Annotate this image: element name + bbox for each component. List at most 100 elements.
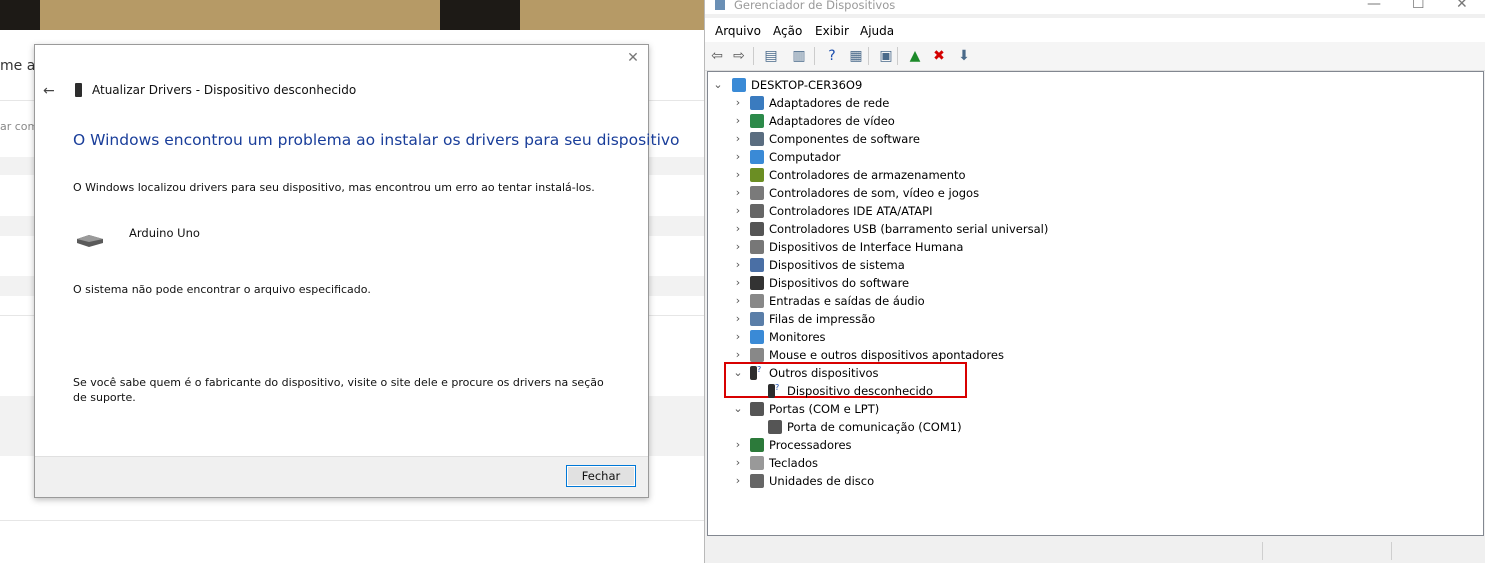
tree-category-5[interactable]: › Controladores de som, vídeo e jogos (708, 184, 1408, 202)
expand-chevron-icon[interactable]: › (732, 274, 744, 292)
tree-category-11[interactable]: › Entradas e saídas de áudio (708, 292, 1408, 310)
expand-chevron-icon[interactable]: › (732, 292, 744, 310)
tree-category-8[interactable]: › Dispositivos de Interface Humana (708, 238, 1408, 256)
usb-cable-icon (77, 235, 103, 247)
error-message: O sistema não pode encontrar o arquivo e… (73, 283, 371, 296)
tree-category-9[interactable]: › Dispositivos de sistema (708, 256, 1408, 274)
properties-icon[interactable]: ▥ (790, 47, 808, 65)
hid-icon (750, 240, 764, 254)
tree-category-10[interactable]: › Dispositivos do software (708, 274, 1408, 292)
menu-acao[interactable]: Ação (773, 24, 802, 38)
menu-arquivo[interactable]: Arquivo (715, 24, 761, 38)
tree-item-label: Controladores de som, vídeo e jogos (769, 186, 980, 200)
tree-category-18[interactable]: › Teclados (708, 454, 1408, 472)
tree-category-16[interactable]: ⌄ Portas (COM e LPT) (708, 400, 1408, 418)
close-button[interactable]: Fechar (566, 465, 636, 487)
tree-category-3[interactable]: › Computador (708, 148, 1408, 166)
dialog-close-icon[interactable]: ✕ (626, 51, 640, 65)
tree-category-12[interactable]: › Filas de impressão (708, 310, 1408, 328)
background-photo (0, 0, 705, 30)
tree-item-label: Adaptadores de vídeo (769, 114, 895, 128)
expand-chevron-icon[interactable]: › (732, 94, 744, 112)
expand-chevron-icon[interactable]: › (732, 130, 744, 148)
tree-item-label: DESKTOP-CER36O9 (751, 78, 863, 92)
port-icon (768, 420, 782, 434)
computer-icon (732, 78, 746, 92)
forward-icon[interactable]: ⇨ (730, 47, 748, 65)
background-link-fragment: ar com (0, 120, 39, 133)
tree-category-4[interactable]: › Controladores de armazenamento (708, 166, 1408, 184)
disk-icon (750, 474, 764, 488)
collapse-chevron-icon[interactable]: ⌄ (712, 76, 724, 94)
expand-chevron-icon[interactable]: › (732, 238, 744, 256)
uninstall-icon[interactable]: ✖ (930, 47, 948, 65)
show-hide-tree-icon[interactable]: ▤ (762, 47, 780, 65)
tree-item-label: Unidades de disco (769, 474, 875, 488)
dialog-message: O Windows localizou drivers para seu dis… (73, 181, 595, 194)
status-bar (705, 540, 1485, 563)
tree-root-computer[interactable]: ⌄ DESKTOP-CER36O9 (708, 76, 1408, 94)
tree-category-15[interactable]: ⌄? Outros dispositivos (708, 364, 1408, 382)
keyboard-icon (750, 456, 764, 470)
tree-category-7[interactable]: › Controladores USB (barramento serial un… (708, 220, 1408, 238)
audio-io-icon (750, 294, 764, 308)
port-icon (750, 402, 764, 416)
menu-exibir[interactable]: Exibir (815, 24, 849, 38)
menu-ajuda[interactable]: Ajuda (860, 24, 894, 38)
collapse-chevron-icon[interactable]: ⌄ (732, 400, 744, 418)
back-arrow-icon[interactable]: ← (43, 83, 55, 99)
expand-chevron-icon[interactable]: › (732, 346, 744, 364)
device-tree: ⌄ DESKTOP-CER36O9 › Adaptadores de rede › Ada… (707, 71, 1484, 536)
minimize-icon[interactable]: — (1367, 0, 1381, 12)
download-icon[interactable]: ⬇ (955, 47, 973, 65)
tree-item-label: Processadores (769, 438, 852, 452)
expand-chevron-icon[interactable]: › (732, 454, 744, 472)
expand-chevron-icon[interactable]: › (732, 328, 744, 346)
software-component-icon (750, 132, 764, 146)
tree-item-label: Adaptadores de rede (769, 96, 890, 110)
expand-chevron-icon[interactable]: › (732, 166, 744, 184)
tree-device-16-0[interactable]: Porta de comunicação (COM1) (708, 418, 1408, 436)
tree-category-6[interactable]: › Controladores IDE ATA/ATAPI (708, 202, 1408, 220)
usb-icon (750, 222, 764, 236)
expand-chevron-icon[interactable]: › (732, 220, 744, 238)
network-adapter-icon (750, 96, 764, 110)
scan-hardware-icon[interactable]: ▣ (877, 47, 895, 65)
expand-chevron-icon[interactable]: › (732, 436, 744, 454)
expand-chevron-icon[interactable]: › (732, 202, 744, 220)
action-pane-icon[interactable]: ▦ (847, 47, 865, 65)
close-icon[interactable]: ✕ (1456, 0, 1468, 12)
expand-chevron-icon[interactable]: › (732, 184, 744, 202)
window-title: Gerenciador de Dispositivos (734, 0, 896, 12)
expand-chevron-icon[interactable]: › (732, 256, 744, 274)
expand-chevron-icon[interactable]: › (732, 310, 744, 328)
display-adapter-icon (750, 114, 764, 128)
tree-category-13[interactable]: › Monitores (708, 328, 1408, 346)
monitor-icon (750, 330, 764, 344)
dialog-heading: O Windows encontrou um problema ao insta… (73, 131, 680, 149)
tree-item-label: Dispositivo desconhecido (787, 384, 933, 398)
tree-category-0[interactable]: › Adaptadores de rede (708, 94, 1408, 112)
maximize-icon[interactable]: ☐ (1412, 0, 1425, 12)
update-driver-icon[interactable]: ▲ (906, 47, 924, 65)
tree-item-label: Porta de comunicação (COM1) (787, 420, 962, 434)
dialog-title: Atualizar Drivers - Dispositivo desconhe… (92, 83, 357, 97)
collapse-chevron-icon[interactable]: ⌄ (732, 364, 744, 382)
expand-chevron-icon[interactable]: › (732, 148, 744, 166)
help-icon[interactable]: ? (823, 47, 841, 65)
tree-item-label: Monitores (769, 330, 826, 344)
tree-category-14[interactable]: › Mouse e outros dispositivos apontadores (708, 346, 1408, 364)
back-icon[interactable]: ⇦ (708, 47, 726, 65)
tree-category-2[interactable]: › Componentes de software (708, 130, 1408, 148)
tree-category-1[interactable]: › Adaptadores de vídeo (708, 112, 1408, 130)
tree-category-17[interactable]: › Processadores (708, 436, 1408, 454)
expand-chevron-icon[interactable]: › (732, 112, 744, 130)
tree-category-19[interactable]: › Unidades de disco (708, 472, 1408, 490)
tree-item-label: Computador (769, 150, 841, 164)
tree-device-15-0[interactable]: ? Dispositivo desconhecido (708, 382, 1408, 400)
tree-item-label: Mouse e outros dispositivos apontadores (769, 348, 1004, 362)
expand-chevron-icon[interactable]: › (732, 472, 744, 490)
device-manager-window: Gerenciador de Dispositivos — ☐ ✕ Arquiv… (704, 0, 1485, 563)
device-name: Arduino Uno (129, 226, 200, 240)
tree-item-label: Componentes de software (769, 132, 920, 146)
